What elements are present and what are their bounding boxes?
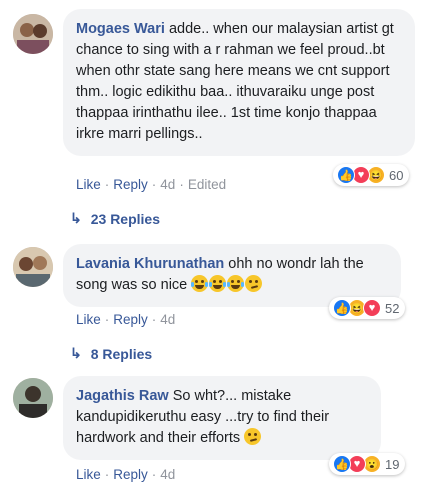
separator: · — [151, 467, 157, 482]
timestamp[interactable]: 4d — [160, 467, 175, 482]
reaction-count: 52 — [385, 300, 400, 316]
reply-link[interactable]: Reply — [113, 177, 148, 192]
comment-actions: Like · Reply · 4d — [76, 312, 175, 327]
love-reaction-icon: ♥ — [363, 299, 381, 317]
separator: · — [151, 177, 157, 192]
avatar-image — [13, 247, 53, 287]
like-reaction-icon: 👍 — [333, 455, 351, 473]
view-replies-link[interactable]: ↳ 23 Replies — [70, 210, 160, 227]
timestamp[interactable]: 4d — [160, 177, 175, 192]
rofl-emoji-icon — [227, 275, 245, 292]
replies-label: 8 Replies — [90, 345, 153, 362]
edited-label[interactable]: Edited — [188, 177, 226, 192]
smirk-emoji-icon — [244, 428, 262, 445]
reaction-count: 60 — [389, 167, 404, 183]
emoji-list — [191, 275, 263, 293]
like-link[interactable]: Like — [76, 177, 101, 192]
separator: · — [104, 467, 110, 482]
rofl-emoji-icon — [191, 275, 209, 292]
rofl-emoji-icon — [209, 275, 227, 292]
separator: · — [104, 177, 110, 192]
reaction-summary[interactable]: 👍 ♥ 😆 60 — [333, 164, 410, 186]
avatar[interactable] — [13, 247, 53, 287]
avatar[interactable] — [13, 14, 53, 54]
comment-actions: Like · Reply · 4d — [76, 467, 175, 482]
comment-author[interactable]: Mogaes Wari — [76, 21, 165, 37]
reply-link[interactable]: Reply — [113, 312, 148, 327]
separator: · — [179, 177, 184, 192]
timestamp[interactable]: 4d — [160, 312, 175, 327]
comment-bubble: Mogaes Wari adde.. when our malaysian ar… — [63, 9, 415, 156]
reaction-count: 19 — [385, 456, 400, 472]
avatar[interactable] — [13, 378, 53, 418]
reaction-summary[interactable]: 👍 😆 ♥ 52 — [329, 297, 406, 319]
comment-bubble: Jagathis Raw So wht?... mistake kandupid… — [63, 376, 381, 460]
comment-text: adde.. when our malaysian artist gt chan… — [76, 21, 394, 142]
reply-arrow-icon: ↳ — [70, 345, 82, 361]
avatar-image — [13, 14, 53, 54]
like-reaction-icon: 👍 — [333, 299, 351, 317]
avatar-image — [13, 378, 53, 418]
replies-label: 23 Replies — [90, 210, 160, 227]
separator: · — [104, 312, 110, 327]
like-reaction-icon: 👍 — [337, 166, 355, 184]
reaction-summary[interactable]: 👍 ♥ 😮 19 — [329, 453, 406, 475]
like-link[interactable]: Like — [76, 467, 101, 482]
reply-link[interactable]: Reply — [113, 467, 148, 482]
reply-arrow-icon: ↳ — [70, 210, 82, 226]
comment-author[interactable]: Jagathis Raw — [76, 388, 169, 404]
comment-actions: Like · Reply · 4d · Edited — [76, 177, 226, 192]
view-replies-link[interactable]: ↳ 8 Replies — [70, 345, 152, 362]
like-link[interactable]: Like — [76, 312, 101, 327]
comment-author[interactable]: Lavania Khurunathan — [76, 256, 224, 272]
smirk-emoji-icon — [245, 275, 263, 292]
separator: · — [151, 312, 157, 327]
